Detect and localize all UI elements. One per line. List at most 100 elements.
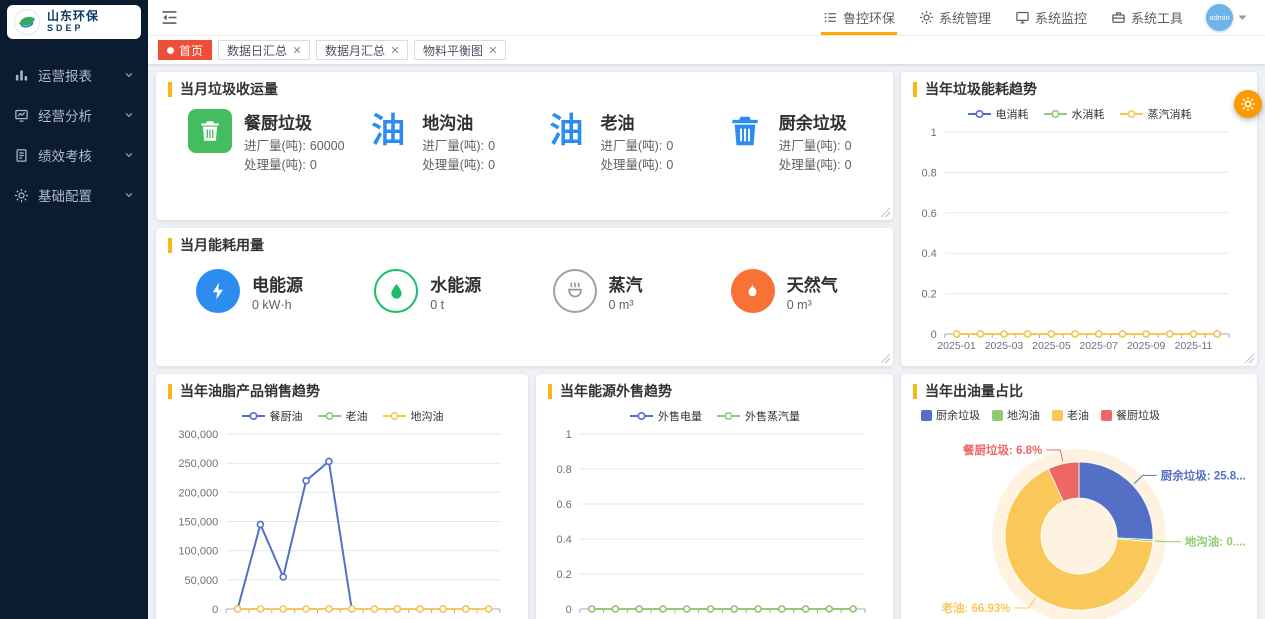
card-title: 当年油脂产品销售趋势 bbox=[168, 384, 516, 399]
legend-item-蒸汽消耗[interactable]: 蒸汽消耗 bbox=[1119, 106, 1192, 122]
intake-line: 进厂量(吨):0 bbox=[422, 137, 495, 156]
legend-item-餐厨垃圾[interactable]: 餐厨垃圾 bbox=[1101, 407, 1160, 423]
close-icon[interactable] bbox=[489, 46, 497, 54]
waste-item-food-waste: 厨余垃圾 进厂量(吨):0 处理量(吨):0 bbox=[703, 109, 881, 176]
topnav-item-system-tools[interactable]: 系统工具 bbox=[1100, 0, 1194, 35]
tab-daily-data-summary[interactable]: 数据日汇总 bbox=[218, 40, 310, 60]
list-icon bbox=[823, 10, 838, 25]
svg-text:100,000: 100,000 bbox=[178, 546, 218, 558]
tab-home[interactable]: 首页 bbox=[158, 40, 212, 60]
legend-label: 餐厨垃圾 bbox=[1116, 407, 1160, 423]
logo-title: 山东环保 bbox=[47, 10, 99, 23]
waste-item-text: 餐厨垃圾 进厂量(吨):60000 处理量(吨):0 bbox=[244, 109, 345, 176]
legend-label: 地沟油 bbox=[1007, 407, 1040, 423]
active-tab-dot bbox=[167, 47, 174, 54]
chevron-down-icon bbox=[124, 110, 134, 120]
resize-grip[interactable] bbox=[1245, 354, 1254, 363]
legend-label: 蒸汽消耗 bbox=[1148, 106, 1192, 122]
svg-text:0: 0 bbox=[566, 604, 572, 616]
svg-text:2025-01: 2025-01 bbox=[937, 340, 976, 352]
sidebar-item-label: 基础配置 bbox=[38, 185, 92, 205]
top-nav: 鲁控环保 系统管理 系统监控 bbox=[812, 0, 1265, 35]
legend-item-电消耗[interactable]: 电消耗 bbox=[967, 106, 1029, 122]
tab-label: 数据月汇总 bbox=[325, 42, 385, 59]
processed-line: 处理量(吨):0 bbox=[244, 156, 345, 175]
user-menu[interactable]: admin bbox=[1196, 4, 1257, 31]
flame-icon bbox=[731, 269, 775, 313]
card-title: 当年能源外售趋势 bbox=[548, 384, 881, 399]
waste-item-text: 地沟油 进厂量(吨):0 处理量(吨):0 bbox=[422, 109, 495, 176]
lightning-icon bbox=[196, 269, 240, 313]
chevron-down-icon bbox=[124, 190, 134, 200]
svg-text:0.4: 0.4 bbox=[557, 534, 572, 546]
svg-text:1: 1 bbox=[566, 429, 572, 441]
intake-label: 进厂量(吨): bbox=[601, 139, 663, 153]
topnav-item-system-management[interactable]: 系统管理 bbox=[908, 0, 1002, 35]
energy-item-text: 蒸汽 0 m³ bbox=[609, 271, 643, 312]
chart-plot-area: 00.20.40.60.812025-012025-032025-052025-… bbox=[913, 124, 1245, 356]
energy-item-text: 电能源 0 kW·h bbox=[252, 271, 303, 312]
legend-swatch bbox=[1052, 410, 1063, 421]
legend-item-地沟油[interactable]: 地沟油 bbox=[992, 407, 1040, 423]
tab-label: 数据日汇总 bbox=[227, 42, 287, 59]
trash-bin-green-icon bbox=[188, 109, 232, 153]
energy-value: 0 t bbox=[430, 298, 481, 312]
energy-name: 水能源 bbox=[430, 271, 481, 296]
close-icon[interactable] bbox=[391, 46, 399, 54]
svg-text:200,000: 200,000 bbox=[178, 487, 218, 499]
energy-item-text: 水能源 0 t bbox=[430, 271, 481, 312]
settings-fab-button[interactable] bbox=[1234, 90, 1262, 118]
legend-swatch bbox=[992, 410, 1003, 421]
close-icon[interactable] bbox=[293, 46, 301, 54]
pie-chart-svg: 厨余垃圾: 25.8...地沟油: 0....老油: 66.93%餐厨垃圾: 6… bbox=[913, 424, 1245, 619]
logo-icon bbox=[14, 9, 40, 35]
topnav-item-lukong-env[interactable]: 鲁控环保 bbox=[812, 0, 906, 35]
resize-grip[interactable] bbox=[881, 354, 890, 363]
sidebar-item-basic-config[interactable]: 基础配置 bbox=[0, 175, 148, 215]
dashboard-content: 当月垃圾收运量 餐厨垃圾 进厂量(吨):60000 处理量(吨):0 bbox=[148, 64, 1265, 619]
energy-name: 电能源 bbox=[252, 271, 303, 296]
tab-bar: 首页 数据日汇总 数据月汇总 物料平衡图 bbox=[148, 36, 1265, 64]
sidebar-item-performance-assessment[interactable]: 绩效考核 bbox=[0, 135, 148, 175]
energy-value: 0 m³ bbox=[609, 298, 643, 312]
topnav-label: 系统管理 bbox=[939, 8, 991, 27]
tab-label: 物料平衡图 bbox=[423, 42, 483, 59]
chart-legend: 餐厨油老油地沟油 bbox=[168, 406, 516, 426]
processed-line: 处理量(吨):0 bbox=[779, 156, 852, 175]
legend-label: 电消耗 bbox=[996, 106, 1029, 122]
legend-item-外售蒸汽量[interactable]: 外售蒸汽量 bbox=[716, 408, 800, 424]
waste-items-row: 餐厨垃圾 进厂量(吨):60000 处理量(吨):0 油 地沟油 进厂量(吨):… bbox=[168, 109, 881, 176]
steam-icon bbox=[553, 269, 597, 313]
legend-item-厨余垃圾[interactable]: 厨余垃圾 bbox=[921, 407, 980, 423]
energy-name: 蒸汽 bbox=[609, 271, 643, 296]
energy-item-steam: 蒸汽 0 m³ bbox=[525, 269, 703, 313]
svg-text:餐厨垃圾: 6.8%: 餐厨垃圾: 6.8% bbox=[962, 443, 1042, 457]
legend-item-老油[interactable]: 老油 bbox=[1052, 407, 1089, 423]
legend-item-餐厨油[interactable]: 餐厨油 bbox=[241, 408, 303, 424]
sidebar-item-operations-report[interactable]: 运营报表 bbox=[0, 55, 148, 95]
sidebar-item-business-analysis[interactable]: 经营分析 bbox=[0, 95, 148, 135]
topnav-item-system-monitor[interactable]: 系统监控 bbox=[1004, 0, 1098, 35]
chevron-down-icon bbox=[124, 150, 134, 160]
topnav-label: 系统监控 bbox=[1035, 8, 1087, 27]
oil-character-icon: 油 bbox=[366, 109, 410, 153]
processed-line: 处理量(吨):0 bbox=[601, 156, 674, 175]
legend-label: 老油 bbox=[1067, 407, 1089, 423]
chart-legend: 厨余垃圾 地沟油 老油 餐厨垃圾 bbox=[913, 406, 1245, 424]
chart-plot-area: 00.20.40.60.812025-012025-032025-052025-… bbox=[548, 426, 881, 619]
tab-material-balance[interactable]: 物料平衡图 bbox=[414, 40, 506, 60]
legend-item-外售电量[interactable]: 外售电量 bbox=[629, 408, 702, 424]
legend-item-地沟油[interactable]: 地沟油 bbox=[382, 408, 444, 424]
svg-text:250,000: 250,000 bbox=[178, 458, 218, 470]
sidebar-fold-icon[interactable] bbox=[160, 8, 180, 28]
svg-text:50,000: 50,000 bbox=[185, 575, 219, 587]
resize-grip[interactable] bbox=[881, 208, 890, 217]
tab-monthly-data-summary[interactable]: 数据月汇总 bbox=[316, 40, 408, 60]
monitor-icon bbox=[1015, 10, 1030, 25]
waste-name: 餐厨垃圾 bbox=[244, 109, 345, 134]
caret-down-icon bbox=[1238, 15, 1247, 21]
legend-item-老油[interactable]: 老油 bbox=[317, 408, 368, 424]
chart-legend: 电消耗水消耗 蒸汽消耗 bbox=[913, 104, 1245, 124]
legend-item-水消耗[interactable]: 水消耗 bbox=[1043, 106, 1105, 122]
svg-text:2025-03: 2025-03 bbox=[985, 340, 1024, 352]
